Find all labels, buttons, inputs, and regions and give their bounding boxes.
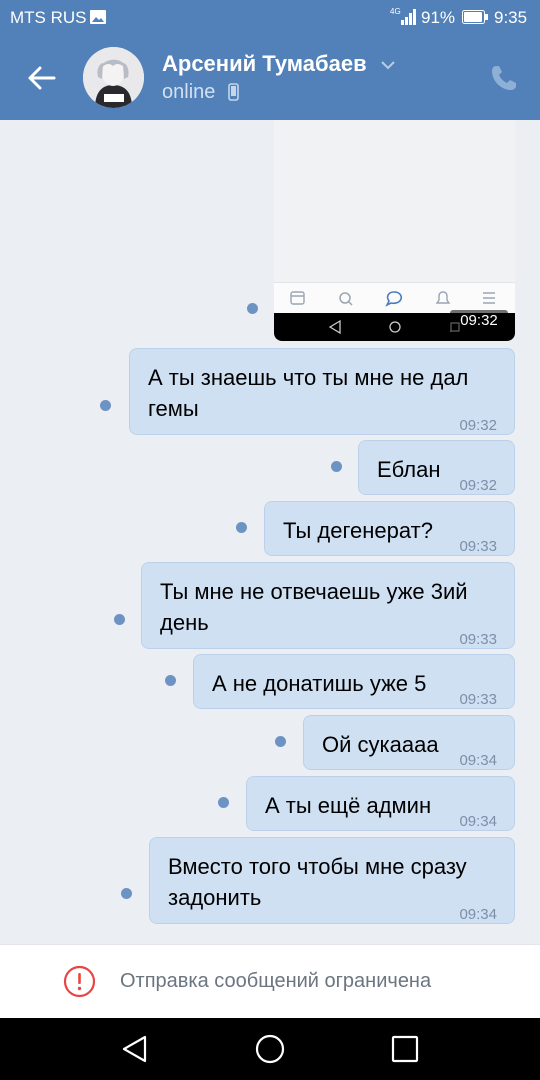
message-bubble[interactable]: Вместо того чтобы мне сразу задонить 09:… (149, 837, 515, 924)
message-bubble[interactable]: А ты знаешь что ты мне не дал гемы 09:32 (129, 348, 515, 435)
message-text: Ой сукаааа (322, 732, 439, 757)
unread-indicator (331, 461, 342, 472)
attachment-time: 09:32 (450, 310, 508, 332)
message-time: 09:33 (459, 538, 497, 555)
message-text: А ты ещё админ (265, 793, 432, 818)
message-text: А не донатишь уже 5 (212, 671, 427, 696)
unread-indicator (236, 522, 247, 533)
image-notification-icon (90, 10, 106, 24)
unread-indicator (275, 736, 286, 747)
message-time: 09:32 (459, 477, 497, 494)
unread-indicator (121, 888, 132, 899)
message-time: 09:34 (459, 813, 497, 830)
unread-indicator (114, 614, 125, 625)
unread-indicator (100, 400, 111, 411)
unread-indicator (247, 303, 258, 314)
message-bubble[interactable]: А не донатишь уже 5 09:33 (193, 654, 515, 709)
message-time: 09:34 (459, 906, 497, 923)
image-attachment[interactable]: 09:32 (274, 120, 515, 341)
nav-home-icon[interactable] (254, 1033, 286, 1065)
attachment-tabbar (274, 282, 515, 313)
clock: 9:35 (494, 8, 528, 27)
nav-recents-icon[interactable] (391, 1035, 419, 1063)
message-bubble[interactable]: Еблан 09:32 (358, 440, 515, 495)
nav-back-icon[interactable] (118, 1032, 152, 1066)
message-text: Вместо того чтобы мне сразу задонить (168, 854, 467, 910)
avatar[interactable] (83, 47, 144, 108)
chevron-down-icon[interactable] (380, 60, 396, 70)
contact-name[interactable]: Арсений Тумабаев (162, 51, 367, 77)
contact-status: online (162, 81, 216, 103)
message-bubble[interactable]: Ты дегенерат? 09:33 (264, 501, 515, 556)
message-bubble[interactable]: Ты мне не отвечаешь уже 3ий день 09:33 (141, 562, 515, 649)
carrier-label: MTS RUS (10, 8, 87, 27)
message-bubble[interactable]: А ты ещё админ 09:34 (246, 776, 515, 831)
chat-header: MTS RUS 4G 91% 9:35 Арсений Тумабаев onl… (0, 0, 540, 120)
system-nav-bar (0, 1018, 540, 1080)
restricted-message: Отправка сообщений ограничена (120, 970, 432, 992)
unread-indicator (165, 675, 176, 686)
message-text: Ты дегенерат? (283, 518, 433, 543)
message-time: 09:33 (459, 631, 497, 648)
message-text: Еблан (377, 457, 441, 482)
message-time: 09:33 (459, 691, 497, 708)
message-time: 09:32 (459, 417, 497, 434)
signal-icon (401, 9, 416, 25)
message-time: 09:34 (459, 752, 497, 769)
mobile-icon (228, 83, 239, 101)
status-bar: MTS RUS 4G 91% 9:35 (0, 0, 540, 36)
battery-percent: 91% (421, 8, 456, 27)
message-text: А ты знаешь что ты мне не дал гемы (148, 365, 469, 421)
chat-screen: MTS RUS 4G 91% 9:35 Арсений Тумабаев onl… (0, 0, 540, 1080)
messaging-restricted-bar: Отправка сообщений ограничена (0, 944, 540, 1018)
warning-icon (63, 965, 96, 998)
unread-indicator (218, 797, 229, 808)
avatar-image (83, 47, 144, 108)
phone-icon[interactable] (488, 62, 520, 94)
message-text: Ты мне не отвечаешь уже 3ий день (160, 579, 468, 635)
back-arrow-icon[interactable] (22, 58, 62, 98)
message-bubble[interactable]: Ой сукаааа 09:34 (303, 715, 515, 770)
battery-icon (462, 10, 488, 24)
